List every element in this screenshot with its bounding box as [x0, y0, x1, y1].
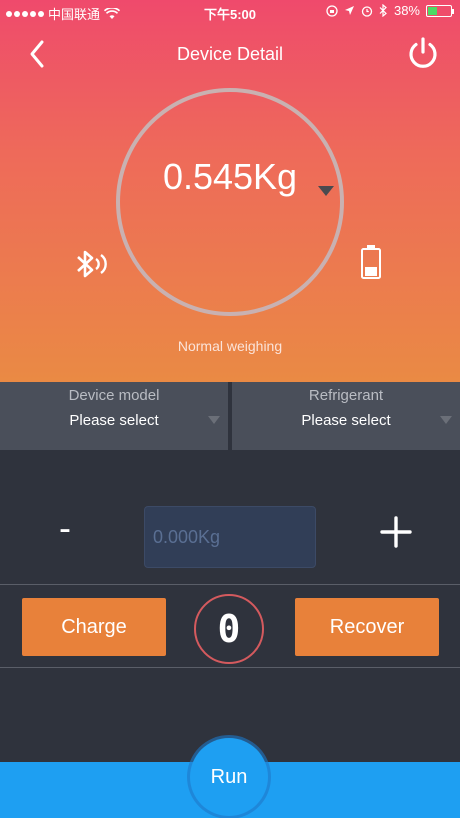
- device-model-selector[interactable]: Device model Please select: [0, 382, 228, 450]
- battery-icon: [426, 4, 454, 17]
- status-bar: 中国联通 下午5:00 38%: [0, 0, 460, 24]
- triangle-down-icon[interactable]: [318, 186, 334, 196]
- rotation-lock-icon: [326, 4, 338, 17]
- refrigerant-label: Refrigerant: [308, 387, 384, 404]
- location-icon: [344, 6, 354, 15]
- recover-button[interactable]: Recover: [295, 598, 439, 656]
- battery-fill: [428, 6, 437, 15]
- decrease-button[interactable]: -: [52, 508, 78, 548]
- amount-input[interactable]: [144, 506, 316, 568]
- power-icon[interactable]: [406, 36, 440, 70]
- charge-button[interactable]: Charge: [22, 598, 166, 656]
- refrigerant-value: Please select: [301, 412, 391, 429]
- plus-icon[interactable]: [376, 512, 416, 552]
- counter-display: 0: [194, 594, 264, 664]
- refrigerant-selector[interactable]: Refrigerant Please select: [232, 382, 460, 450]
- device-battery-fill: [365, 267, 377, 276]
- device-battery-icon: [361, 245, 381, 279]
- device-model-label: Device model: [68, 387, 160, 404]
- dropdown-arrow-icon: [208, 416, 220, 424]
- divider: [0, 667, 460, 668]
- status-right: 38%: [326, 3, 454, 18]
- battery-percent: 38%: [393, 3, 420, 18]
- weight-gauge: [116, 88, 344, 316]
- alarm-icon: [361, 5, 373, 17]
- divider: [0, 584, 460, 585]
- bluetooth-signal-icon: [77, 250, 107, 278]
- weighing-mode-label: Normal weighing: [177, 338, 283, 354]
- run-button[interactable]: Run: [190, 738, 268, 816]
- weight-value: 0.545Kg: [162, 156, 298, 197]
- dropdown-arrow-icon: [440, 416, 452, 424]
- device-model-value: Please select: [69, 412, 159, 429]
- bluetooth-icon: [379, 4, 387, 17]
- page-title: Device Detail: [176, 44, 284, 64]
